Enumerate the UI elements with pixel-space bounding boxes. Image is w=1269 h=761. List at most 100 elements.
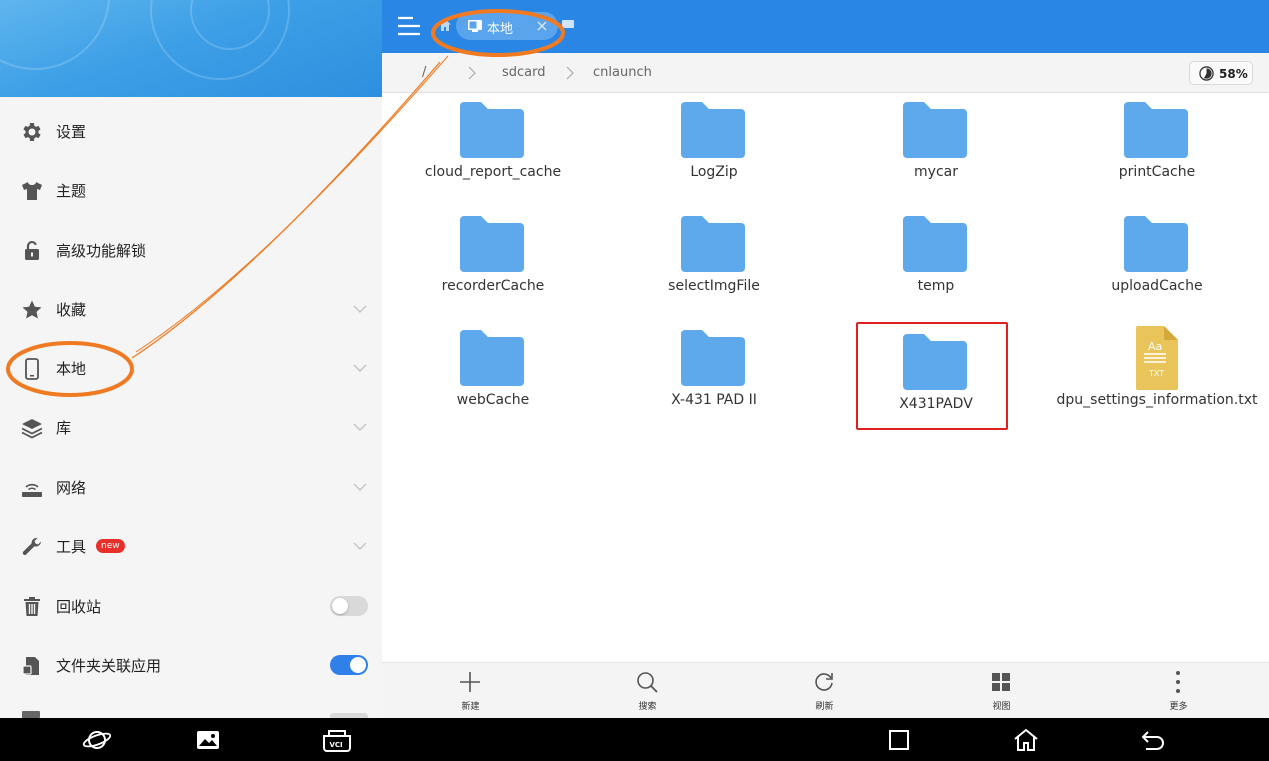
bottom-toolbar: 新建 搜索 刷新 视图 更多 bbox=[382, 662, 1269, 718]
folder-icon bbox=[460, 216, 524, 272]
file-name: recorderCache bbox=[441, 278, 545, 294]
menu-icon[interactable] bbox=[396, 14, 422, 38]
star-icon bbox=[22, 300, 42, 319]
trash-icon bbox=[24, 597, 40, 616]
breadcrumb-item-sdcard[interactable]: sdcard bbox=[502, 65, 546, 80]
sidebar-item-tools[interactable]: 工具 new bbox=[0, 522, 382, 572]
folder-item-selectimgfile[interactable]: selectImgFile bbox=[603, 208, 825, 312]
file-name: dpu_settings_information.txt bbox=[1056, 392, 1258, 408]
folder-item-mycar[interactable]: mycar bbox=[825, 94, 1047, 198]
folder-item-webcache[interactable]: webCache bbox=[382, 322, 604, 426]
breadcrumb: / sdcard cnlaunch 58% bbox=[382, 53, 1269, 93]
new-button[interactable]: 新建 bbox=[382, 663, 559, 719]
tab-local[interactable]: 本地 bbox=[456, 12, 558, 40]
refresh-button[interactable]: 刷新 bbox=[736, 663, 913, 719]
home-tab-icon[interactable] bbox=[438, 18, 452, 32]
back-arrow-icon[interactable] bbox=[1139, 726, 1169, 754]
sidebar-item-premium-unlock[interactable]: 高级功能解锁 bbox=[0, 226, 382, 276]
folder-associate-toggle[interactable] bbox=[330, 655, 368, 675]
search-button[interactable]: 搜索 bbox=[559, 663, 736, 719]
vci-connector-icon[interactable]: VCI bbox=[320, 726, 354, 754]
sidebar-item-label: 设置 bbox=[56, 123, 87, 141]
folder-icon bbox=[1124, 102, 1188, 158]
file-name: uploadCache bbox=[1111, 278, 1203, 294]
folder-icon bbox=[681, 216, 745, 272]
sidebar-item-library[interactable]: 库 bbox=[0, 403, 382, 453]
sidebar-item-network[interactable]: 网络 bbox=[0, 463, 382, 513]
folder-icon bbox=[460, 330, 524, 386]
svg-text:Aa: Aa bbox=[1148, 340, 1162, 353]
sidebar-item-label: 库 bbox=[56, 419, 72, 437]
chevron-down-icon[interactable] bbox=[352, 301, 368, 317]
view-button[interactable]: 视图 bbox=[913, 663, 1090, 719]
recycle-bin-toggle[interactable] bbox=[330, 596, 368, 616]
folder-icon bbox=[903, 216, 967, 272]
folder-icon bbox=[903, 334, 967, 390]
chevron-right-icon bbox=[468, 66, 476, 80]
planet-browser-icon[interactable] bbox=[82, 726, 112, 754]
chevron-down-icon[interactable] bbox=[352, 360, 368, 376]
tshirt-icon bbox=[22, 182, 42, 200]
folder-item-x431padv[interactable]: X431PADV bbox=[825, 322, 1047, 430]
sidebar-item-label: 高级功能解锁 bbox=[56, 242, 147, 260]
svg-text:VCI: VCI bbox=[330, 741, 343, 749]
sidebar-item-favorites[interactable]: 收藏 bbox=[0, 285, 382, 335]
more-vertical-icon bbox=[1176, 671, 1180, 693]
txt-file-icon: Aa TXT bbox=[1136, 326, 1178, 390]
file-name: printCache bbox=[1118, 164, 1196, 180]
folder-icon bbox=[681, 102, 745, 158]
storage-percent: 58% bbox=[1219, 67, 1248, 81]
search-icon bbox=[637, 672, 658, 693]
folder-item-cloud-report-cache[interactable]: cloud_report_cache bbox=[382, 94, 604, 198]
chevron-down-icon[interactable] bbox=[352, 419, 368, 435]
sidebar-item-settings[interactable]: 设置 bbox=[0, 107, 382, 157]
folder-item-x431-pad-ii[interactable]: X-431 PAD II bbox=[603, 322, 825, 426]
toolbar-label: 搜索 bbox=[638, 702, 657, 712]
folder-item-logzip[interactable]: LogZip bbox=[603, 94, 825, 198]
file-item-dpu-settings-txt[interactable]: Aa TXT dpu_settings_information.txt bbox=[1046, 322, 1268, 426]
android-navigation-bar: VCI bbox=[0, 718, 1269, 761]
sidebar-item-label: 网络 bbox=[56, 479, 87, 497]
sidebar-item-theme[interactable]: 主题 bbox=[0, 166, 382, 216]
top-app-bar: 本地 bbox=[382, 0, 1269, 53]
unlock-icon bbox=[25, 240, 39, 260]
more-button[interactable]: 更多 bbox=[1090, 663, 1267, 719]
layers-icon bbox=[21, 419, 43, 439]
folder-icon bbox=[681, 330, 745, 386]
folder-item-recordercache[interactable]: recorderCache bbox=[382, 208, 604, 312]
home-icon[interactable] bbox=[1011, 726, 1041, 754]
recents-square-icon[interactable] bbox=[884, 726, 914, 754]
add-tab-button[interactable] bbox=[562, 20, 574, 28]
sidebar-item-label: 回收站 bbox=[56, 598, 102, 616]
toolbar-label: 刷新 bbox=[815, 702, 834, 712]
sidebar-item-partial-icon bbox=[22, 711, 40, 718]
plus-icon bbox=[460, 672, 480, 692]
chevron-down-icon[interactable] bbox=[352, 479, 368, 495]
gallery-icon[interactable] bbox=[193, 726, 223, 754]
folder-item-printcache[interactable]: printCache bbox=[1046, 94, 1268, 198]
sidebar-item-local[interactable]: 本地 bbox=[0, 344, 382, 394]
file-name: cloud_report_cache bbox=[424, 164, 562, 180]
storage-usage-badge[interactable]: 58% bbox=[1189, 61, 1253, 85]
chevron-down-icon[interactable] bbox=[352, 538, 368, 554]
wrench-icon bbox=[22, 537, 41, 555]
file-name: temp bbox=[917, 278, 955, 294]
folder-icon bbox=[903, 102, 967, 158]
breadcrumb-root[interactable]: / bbox=[422, 65, 426, 80]
sidebar-item-label: 收藏 bbox=[56, 301, 87, 319]
pie-chart-icon bbox=[1199, 66, 1214, 81]
folder-item-uploadcache[interactable]: uploadCache bbox=[1046, 208, 1268, 312]
sidebar-item-recycle-bin[interactable]: 回收站 bbox=[0, 582, 382, 632]
folder-icon bbox=[1124, 216, 1188, 272]
tab-label: 本地 bbox=[487, 22, 514, 37]
refresh-icon bbox=[815, 673, 833, 691]
new-badge: new bbox=[96, 539, 125, 553]
folder-item-temp[interactable]: temp bbox=[825, 208, 1047, 312]
toolbar-label: 新建 bbox=[461, 702, 480, 712]
folder-app-icon bbox=[22, 657, 39, 675]
file-name: LogZip bbox=[690, 164, 738, 180]
sidebar-item-folder-associate-apps[interactable]: 文件夹关联应用 bbox=[0, 641, 382, 691]
breadcrumb-item-cnlaunch[interactable]: cnlaunch bbox=[593, 65, 652, 80]
close-icon[interactable] bbox=[536, 20, 548, 32]
file-name: webCache bbox=[456, 392, 530, 408]
